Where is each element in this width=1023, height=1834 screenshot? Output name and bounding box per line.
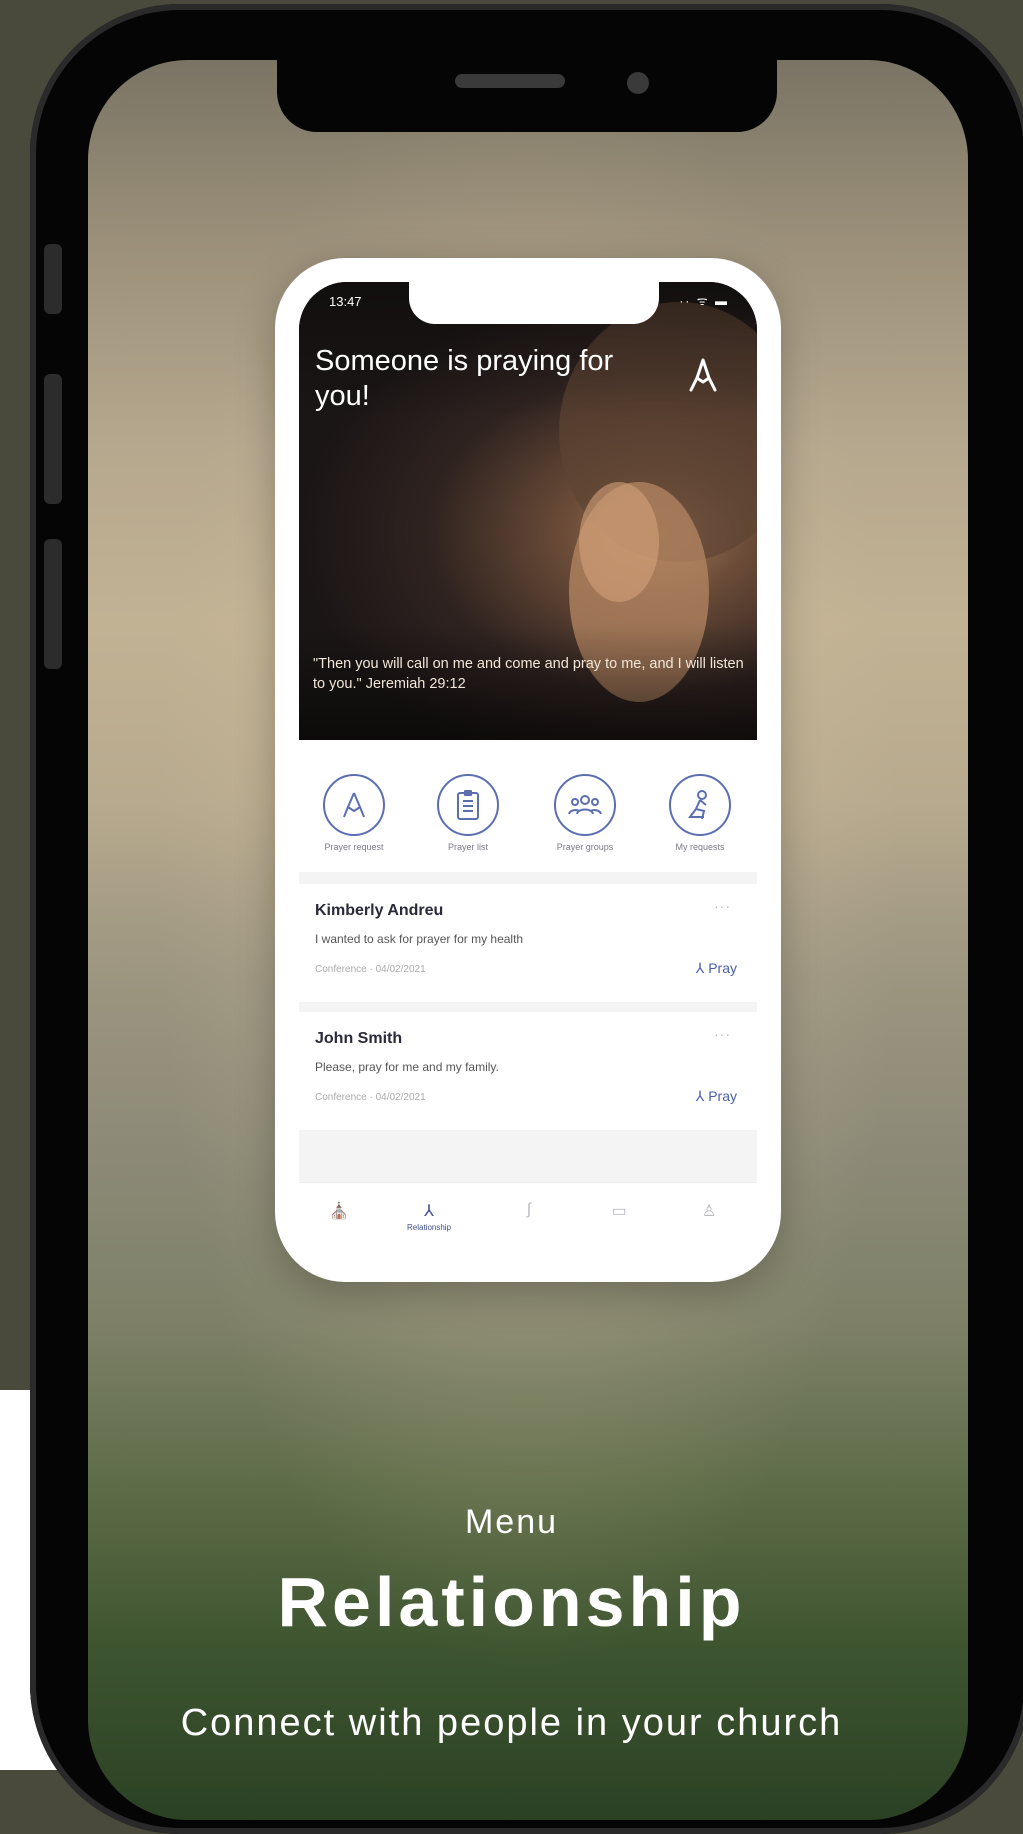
profile-icon: ♙ <box>701 1203 717 1220</box>
pray-button[interactable]: ⅄ Pray <box>696 960 737 977</box>
praying-hands-icon: ⅄ <box>424 1203 434 1220</box>
front-camera <box>627 72 649 94</box>
status-time: 13:47 <box>329 294 362 309</box>
church-icon: ⛪ <box>329 1203 349 1220</box>
requester-name: Kimberly Andreu <box>315 902 444 919</box>
action-my-requests[interactable]: My requests <box>645 774 755 852</box>
tab-profile[interactable]: ♙ <box>679 1201 739 1221</box>
tab-bible[interactable]: ▭ <box>589 1201 649 1221</box>
action-prayer-groups[interactable]: Prayer groups <box>530 774 640 852</box>
request-meta: Conference · 04/02/2021 <box>315 1092 426 1103</box>
group-icon <box>568 795 602 815</box>
hero-title: Someone is praying for you! <box>315 345 614 412</box>
action-label: Prayer groups <box>556 842 614 852</box>
hero-quote: "Then you will call on me and come and p… <box>313 656 744 692</box>
praying-hands-icon[interactable] <box>683 356 723 396</box>
praying-hands-icon <box>343 792 365 818</box>
tab-church[interactable]: ⛪ <box>309 1201 369 1221</box>
bottom-tab-bar: ⛪ ⅄ Relationship ∫ ▭ ♙ <box>299 1182 757 1258</box>
prayer-request-card[interactable]: John Smith ··· Please, pray for me and m… <box>299 1012 757 1130</box>
caption-subtitle: Menu <box>464 1503 559 1541</box>
tab-label: Relationship <box>406 1223 452 1232</box>
mute-switch <box>44 244 62 314</box>
more-options-icon[interactable]: ··· <box>714 1026 731 1042</box>
hero-banner: 13:47 ·· ᯤ ▬ Someone is praying for you!… <box>299 282 757 740</box>
prayer-request-card[interactable]: Kimberly Andreu ··· I wanted to ask for … <box>299 884 757 1002</box>
action-label: My requests <box>675 842 725 852</box>
request-message: Please, pray for me and my family. <box>315 1060 499 1074</box>
request-meta: Conference · 04/02/2021 <box>315 964 426 975</box>
tab-relationship[interactable]: ⅄ Relationship <box>399 1201 459 1232</box>
bible-icon: ▭ <box>611 1203 627 1220</box>
device-notch <box>277 60 777 132</box>
pray-label: Pray <box>708 960 737 976</box>
volume-up-button <box>44 374 62 504</box>
speaker-grille <box>455 74 565 88</box>
praying-hands-icon: ⅄ <box>695 960 709 976</box>
app-screenshot-mockup: 13:47 ·· ᯤ ▬ Someone is praying for you!… <box>275 258 781 1282</box>
action-prayer-request[interactable]: Prayer request <box>299 774 409 852</box>
quick-actions: Prayer request Prayer list Prayer groups… <box>299 740 757 872</box>
clipboard-icon <box>457 790 479 820</box>
app-notch <box>409 282 659 324</box>
kneeling-person-icon <box>688 790 707 820</box>
request-message: I wanted to ask for prayer for my health <box>315 932 524 946</box>
status-icons: ·· ᯤ ▬ <box>679 294 729 308</box>
action-label: Prayer request <box>324 842 384 852</box>
pray-label: Pray <box>708 1088 737 1104</box>
pray-button[interactable]: ⅄ Pray <box>696 1088 737 1105</box>
volume-down-button <box>44 539 62 669</box>
signature-icon: ∫ <box>526 1201 532 1218</box>
action-prayer-list[interactable]: Prayer list <box>413 774 523 852</box>
app-screen: 13:47 ·· ᯤ ▬ Someone is praying for you!… <box>299 282 757 1258</box>
action-label: Prayer list <box>447 842 488 852</box>
caption-description: Connect with people in your church <box>180 1702 843 1744</box>
praying-hands-icon: ⅄ <box>695 1088 709 1104</box>
tab-signature[interactable]: ∫ <box>499 1201 559 1219</box>
more-options-icon[interactable]: ··· <box>714 898 731 914</box>
caption-title: Relationship <box>277 1563 746 1641</box>
requester-name: John Smith <box>315 1030 403 1047</box>
